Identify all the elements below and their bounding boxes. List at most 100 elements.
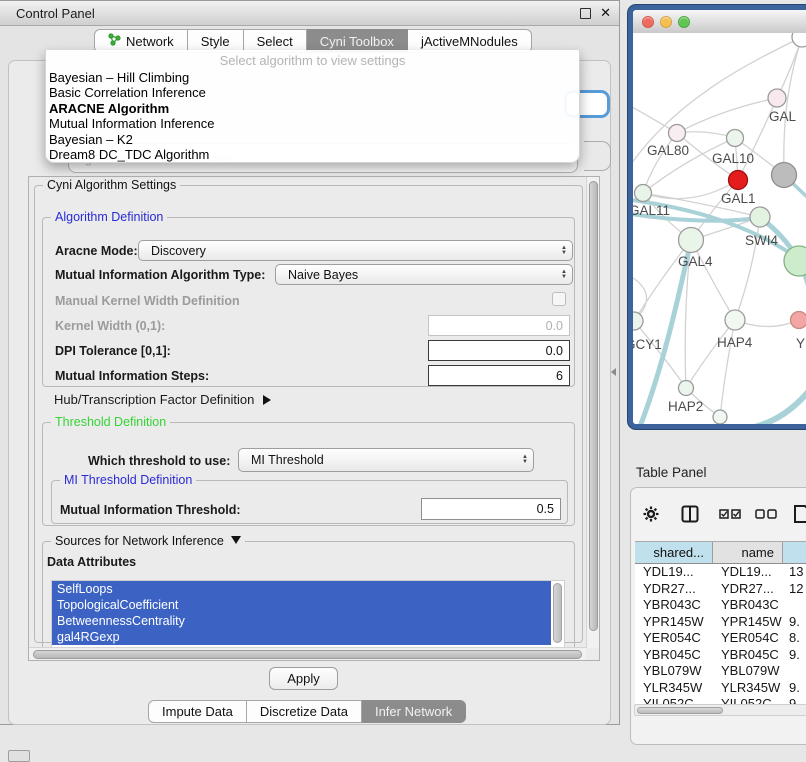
float-icon[interactable] <box>580 8 591 19</box>
network-node[interactable] <box>750 207 770 227</box>
mi-type-combo[interactable]: Naive Bayes ▲▼ <box>275 264 573 285</box>
tab-infer-network[interactable]: Infer Network <box>362 700 466 723</box>
node-table: shared...name YDL19...YDL19...13YDR27...… <box>635 541 806 705</box>
network-node[interactable] <box>633 312 643 330</box>
table-row[interactable]: YER054CYER054C8. <box>635 630 806 647</box>
data-attributes-label: Data Attributes <box>47 555 136 569</box>
table-panel-window: shared...name YDL19...YDL19...13YDR27...… <box>630 487 806 745</box>
network-icon <box>108 33 121 49</box>
attribute-item[interactable]: TopologicalCoefficient <box>52 597 551 613</box>
zoom-traffic-icon[interactable] <box>678 16 690 28</box>
dpi-tolerance-field[interactable] <box>428 340 570 361</box>
expand-right-icon[interactable] <box>263 395 271 405</box>
network-node[interactable] <box>772 163 797 188</box>
mi-steps-field[interactable] <box>428 365 570 386</box>
aracne-mode-value: Discovery <box>139 244 556 258</box>
algorithm-option-bayesian-k2[interactable]: Bayesian – K2 <box>46 132 579 147</box>
network-view-window: GALGAL80GAL10GAL1GAL11SWI4GAL4GCY1HAP4YH… <box>628 5 806 429</box>
mi-threshold-field[interactable] <box>421 498 561 520</box>
attribute-item[interactable]: BetweennessCentrality <box>52 613 551 629</box>
manual-kernel-checkbox[interactable] <box>552 292 566 306</box>
table-row[interactable]: YPR145WYPR145W9. <box>635 614 806 631</box>
table-row[interactable]: YBL079WYBL079W <box>635 663 806 680</box>
select-all-checkboxes-icon[interactable] <box>719 509 741 519</box>
table-panel-toolbar <box>631 488 806 540</box>
table-row[interactable]: YBR045CYBR045C9. <box>635 647 806 664</box>
network-node[interactable] <box>768 89 786 107</box>
table-cell: YDR27... <box>635 581 713 598</box>
node-label: GAL <box>769 109 797 124</box>
column-header-shared[interactable]: shared... <box>635 542 713 564</box>
mi-steps-label: Mutual Information Steps: <box>55 369 209 383</box>
close-icon[interactable]: ✕ <box>600 8 611 18</box>
node-label: GAL80 <box>647 143 689 158</box>
apply-button[interactable]: Apply <box>269 667 338 690</box>
node-label: Y <box>796 336 805 351</box>
attribute-item[interactable]: gal4RGexp <box>52 629 551 645</box>
attributes-scrollbar[interactable] <box>553 583 562 643</box>
node-label: GAL11 <box>633 203 670 218</box>
network-node[interactable] <box>713 410 727 424</box>
node-label: SWI4 <box>745 233 778 248</box>
mi-threshold-definition-group: MI Threshold Definition Mutual Informati… <box>51 480 568 524</box>
network-window-titlebar[interactable] <box>633 10 806 34</box>
control-panel-window: Control Panel ✕ NetworkStyleSelectCyni T… <box>0 0 620 725</box>
network-node[interactable] <box>679 381 694 396</box>
close-traffic-icon[interactable] <box>642 16 654 28</box>
table-row[interactable]: YDL19...YDL19...13 <box>635 564 806 581</box>
hub-definition-row[interactable]: Hub/Transcription Factor Definition <box>54 392 271 407</box>
settings-horizontal-scrollbar[interactable] <box>29 647 586 660</box>
node-label: GCY1 <box>633 337 662 352</box>
algorithm-option-bayesian-hill-climbing[interactable]: Bayesian – Hill Climbing <box>46 70 579 85</box>
network-node[interactable] <box>725 310 745 330</box>
minimize-traffic-icon[interactable] <box>660 16 672 28</box>
deselect-checkboxes-icon[interactable] <box>755 509 777 519</box>
table-row[interactable]: YLR345WYLR345W9. <box>635 680 806 697</box>
algorithm-option-aracne-algorithm[interactable]: ARACNE Algorithm <box>46 101 579 116</box>
split-columns-icon[interactable] <box>681 505 699 523</box>
kernel-width-field[interactable] <box>428 315 570 336</box>
network-node[interactable] <box>635 185 652 202</box>
tab-label: Network <box>126 34 174 49</box>
function-builder-icon[interactable] <box>793 504 806 524</box>
column-header-cut[interactable] <box>783 542 806 564</box>
aracne-mode-combo[interactable]: Discovery ▲▼ <box>138 240 573 261</box>
collapsed-panel-icon[interactable] <box>8 750 30 762</box>
table-cell: YLR345W <box>713 680 783 697</box>
which-threshold-value: MI Threshold <box>239 453 517 467</box>
threshold-definition-group: Threshold Definition Which threshold to … <box>42 422 575 526</box>
table-cell: YER054C <box>713 630 783 647</box>
network-node[interactable] <box>729 171 748 190</box>
which-threshold-combo[interactable]: MI Threshold ▲▼ <box>238 448 534 472</box>
network-node[interactable] <box>792 33 806 47</box>
stepper-arrows-icon: ▲▼ <box>517 455 533 465</box>
table-cell: YBR043C <box>713 597 783 614</box>
table-cell: YER054C <box>635 630 713 647</box>
table-row[interactable]: YBR043CYBR043C <box>635 597 806 614</box>
network-node[interactable] <box>727 130 744 147</box>
dpi-tolerance-label: DPI Tolerance [0,1]: <box>55 344 171 358</box>
gear-icon[interactable] <box>643 506 659 522</box>
algorithm-dropdown-popup: Select algorithm to view settings Bayesi… <box>45 50 580 163</box>
settings-vertical-scrollbar[interactable] <box>586 177 599 648</box>
attribute-item[interactable]: SelfLoops <box>52 581 551 597</box>
table-row[interactable]: YDR27...YDR27...12 <box>635 581 806 598</box>
table-cell: YBR045C <box>713 647 783 664</box>
network-node[interactable] <box>679 228 704 253</box>
algorithm-option-mutual-information-inference[interactable]: Mutual Information Inference <box>46 116 579 131</box>
tab-impute-data[interactable]: Impute Data <box>148 700 247 723</box>
algorithm-option-basic-correlation-inference[interactable]: Basic Correlation Inference <box>46 85 579 100</box>
column-header-name[interactable]: name <box>713 542 783 564</box>
network-canvas[interactable]: GALGAL80GAL10GAL1GAL11SWI4GAL4GCY1HAP4YH… <box>633 33 806 424</box>
network-node[interactable] <box>669 125 686 142</box>
algorithm-option-dream8-dc-tdc-algorithm[interactable]: Dream8 DC_TDC Algorithm <box>46 147 579 162</box>
table-horizontal-scrollbar[interactable] <box>634 704 806 716</box>
tab-discretize-data[interactable]: Discretize Data <box>247 700 362 723</box>
splitter-handle-icon[interactable] <box>611 368 616 376</box>
table-cell: YDL19... <box>713 564 783 581</box>
tab-label: jActiveMNodules <box>421 34 518 49</box>
collapse-down-icon[interactable] <box>231 536 241 544</box>
mi-type-label: Mutual Information Algorithm Type: <box>55 268 265 282</box>
network-node[interactable] <box>791 312 806 329</box>
table-cell: YPR145W <box>635 614 713 631</box>
